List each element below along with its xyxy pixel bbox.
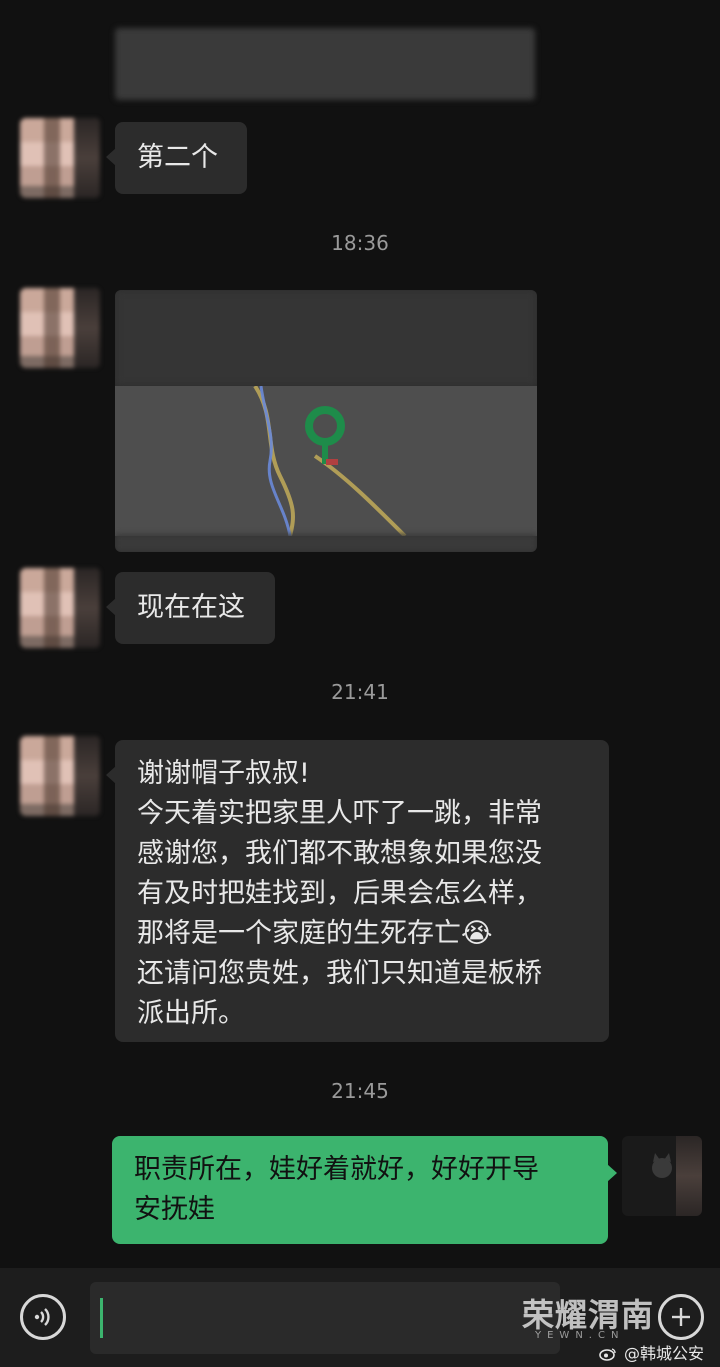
message-line: 谢谢帽子叔叔! xyxy=(137,758,310,789)
contact-avatar[interactable] xyxy=(20,118,100,198)
message-line: 还请问您贵姓，我们只知道是板桥 xyxy=(137,958,542,989)
message-bubble[interactable]: 现在在这 xyxy=(106,572,275,644)
contact-avatar[interactable] xyxy=(20,736,100,816)
map-pin-icon xyxy=(305,406,345,465)
weibo-credit: @韩城公安 xyxy=(599,1340,704,1364)
my-avatar[interactable] xyxy=(622,1136,702,1216)
credit-prefix: @ xyxy=(623,1344,640,1363)
location-card[interactable] xyxy=(115,290,537,552)
map-graphic xyxy=(253,384,407,538)
message-line: 有及时把娃找到，后果会怎么样， xyxy=(137,878,542,909)
location-title-blurred xyxy=(115,290,537,386)
message-bubble[interactable]: 谢谢帽子叔叔! 今天着实把家里人吓了一跳，非常 感谢您，我们都不敢想象如果您没 … xyxy=(106,740,609,1042)
message-text: 第二个 xyxy=(137,142,218,173)
location-address-blurred xyxy=(115,534,537,552)
crying-emoji: 😭 xyxy=(461,918,493,949)
timestamp: 21:45 xyxy=(331,1079,389,1103)
location-map xyxy=(115,384,537,538)
message-line: 安抚娃 xyxy=(134,1194,215,1225)
weibo-icon xyxy=(599,1344,622,1363)
message-line-with-emoji: 那将是一个家庭的生死存亡😭 xyxy=(137,914,587,954)
timestamp: 18:36 xyxy=(331,231,389,255)
text-caret xyxy=(100,1298,103,1338)
voice-button[interactable] xyxy=(20,1294,66,1340)
contact-avatar[interactable] xyxy=(20,568,100,648)
timestamp: 21:41 xyxy=(331,680,389,704)
cat-avatar-icon xyxy=(652,1153,672,1178)
message-line: 那将是一个家庭的生死存亡 xyxy=(137,918,461,949)
add-button[interactable] xyxy=(658,1294,704,1340)
voice-icon xyxy=(34,1308,50,1326)
outgoing-message-bubble[interactable]: 职责所在，娃好着就好，好好开导 安抚娃 xyxy=(112,1136,617,1244)
message-line: 感谢您，我们都不敢想象如果您没 xyxy=(137,838,542,869)
message-line: 今天着实把家里人吓了一跳，非常 xyxy=(137,798,542,829)
credit-account: 韩城公安 xyxy=(639,1344,704,1363)
contact-avatar[interactable] xyxy=(20,288,100,368)
blurred-message-card[interactable] xyxy=(115,28,535,100)
message-input[interactable] xyxy=(90,1282,560,1354)
message-line: 职责所在，娃好着就好，好好开导 xyxy=(134,1154,539,1185)
plus-icon xyxy=(672,1308,690,1326)
message-line: 派出所。 xyxy=(137,998,245,1029)
message-bubble[interactable]: 第二个 xyxy=(106,122,247,194)
message-text: 现在在这 xyxy=(137,592,245,623)
